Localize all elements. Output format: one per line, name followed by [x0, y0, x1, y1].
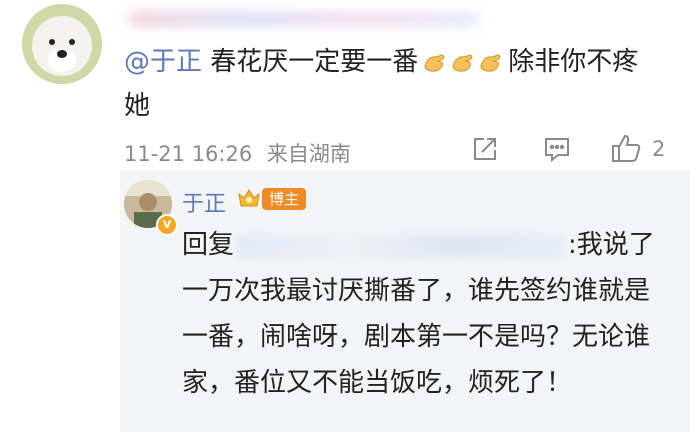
reply-first-line-end: :我说 — [568, 230, 629, 260]
clapping-hands-emoji-group — [422, 52, 504, 74]
clapping-hands-icon — [424, 53, 445, 72]
like-count: 2 — [652, 137, 666, 161]
comment-location: 来自湖南 — [266, 142, 351, 166]
comment-icon[interactable] — [542, 134, 572, 164]
commenter-avatar[interactable] — [22, 4, 102, 84]
blurred-reply-target — [236, 233, 567, 258]
clapping-hands-icon — [480, 53, 501, 72]
verified-badge-icon: V — [156, 214, 178, 236]
reply-body: 回复:我说了一万次我最讨厌撕番了，谁先签约谁就是一番，闹啥呀，剧本第一不是吗？无… — [182, 222, 662, 406]
reply-prefix: 回复 — [182, 230, 235, 260]
reply-author-name[interactable]: 于正 — [182, 186, 226, 218]
comment-body: @于正 春花厌一定要一番 除非你不疼她 — [124, 40, 664, 128]
comment-text-part1: 春花厌一定要一番 — [210, 47, 419, 77]
blurred-username — [128, 12, 478, 26]
like-icon[interactable] — [610, 132, 642, 164]
crown-icon — [236, 186, 262, 210]
clapping-hands-icon — [452, 53, 473, 72]
comment-meta: 11-21 16:26 来自湖南 — [124, 138, 351, 168]
comment-date: 11-21 16:26 — [124, 142, 253, 166]
share-icon[interactable] — [470, 134, 500, 164]
host-badge: 博主 — [262, 188, 307, 210]
mention-link[interactable]: @于正 — [124, 47, 202, 77]
